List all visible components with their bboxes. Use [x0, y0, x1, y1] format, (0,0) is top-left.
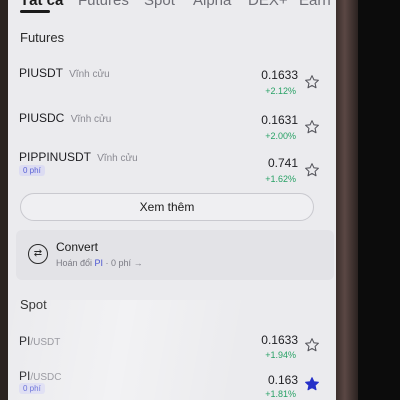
price-change: +1.94%	[265, 350, 296, 360]
tab-alpha[interactable]: Alpha	[193, 0, 231, 9]
spot-section-title: Spot	[20, 297, 47, 312]
spot-row-pi-usdc[interactable]: PI/USDC 0 phí 0.163 +1.81%	[8, 366, 336, 400]
pair-name: PI/USDC	[19, 369, 62, 383]
last-price: 0.741	[267, 156, 298, 170]
spot-row-pi-usdt[interactable]: PI/USDT 0.1633 +1.94%	[8, 330, 336, 370]
app-screen: Tất cả Futures Spot Alpha DEX+ Earn Futu…	[8, 0, 336, 400]
favorite-star-icon[interactable]	[304, 119, 320, 135]
convert-subtitle: Hoán đổi PI · 0 phí →	[56, 258, 143, 268]
futures-row-piusdt[interactable]: PIUSDT Vĩnh cửu 0.1633 +2.12%	[8, 62, 336, 102]
favorite-star-icon[interactable]	[304, 162, 320, 178]
phone-bezel-left	[0, 0, 8, 400]
convert-card[interactable]: ⇄ Convert Hoán đổi PI · 0 phí →	[16, 230, 334, 280]
convert-title: Convert	[56, 240, 99, 254]
price-change: +1.62%	[265, 174, 296, 184]
tab-spot[interactable]: Spot	[144, 0, 175, 9]
last-price: 0.1633	[261, 68, 298, 82]
see-more-button[interactable]: Xem thêm	[20, 193, 314, 221]
pair-name: PIUSDC Vĩnh cửu	[19, 111, 112, 125]
last-price: 0.163	[267, 373, 298, 387]
pair-name: PI/USDT	[19, 334, 61, 348]
futures-row-pippinusdt[interactable]: PIPPINUSDT Vĩnh cửu 0 phí 0.741 +1.62%	[8, 148, 336, 188]
zero-fee-badge: 0 phí	[19, 165, 45, 176]
price-change: +2.12%	[265, 86, 296, 96]
price-change: +1.81%	[265, 389, 296, 399]
tab-earn[interactable]: Earn	[299, 0, 331, 9]
price-change: +2.00%	[265, 131, 296, 141]
tab-futures[interactable]: Futures	[78, 0, 129, 9]
favorite-star-icon[interactable]	[304, 74, 320, 90]
pair-name: PIUSDT Vĩnh cửu	[19, 66, 110, 80]
market-tabs: Tất cả Futures Spot Alpha DEX+ Earn	[8, 0, 336, 16]
pair-name: PIPPINUSDT Vĩnh cửu	[19, 150, 138, 164]
last-price: 0.1631	[261, 113, 298, 127]
favorite-star-filled-icon[interactable]	[304, 376, 320, 392]
tab-dex[interactable]: DEX+	[248, 0, 288, 9]
phone-edge	[336, 0, 358, 400]
futures-section-title: Futures	[20, 30, 65, 45]
futures-row-piusdc[interactable]: PIUSDC Vĩnh cửu 0.1631 +2.00%	[8, 107, 336, 147]
zero-fee-badge: 0 phí	[19, 383, 45, 394]
last-price: 0.1633	[261, 333, 298, 347]
tab-all[interactable]: Tất cả	[20, 0, 63, 9]
swap-arrows-icon: ⇄	[28, 244, 48, 264]
active-tab-indicator	[20, 10, 50, 13]
favorite-star-icon[interactable]	[304, 337, 320, 353]
